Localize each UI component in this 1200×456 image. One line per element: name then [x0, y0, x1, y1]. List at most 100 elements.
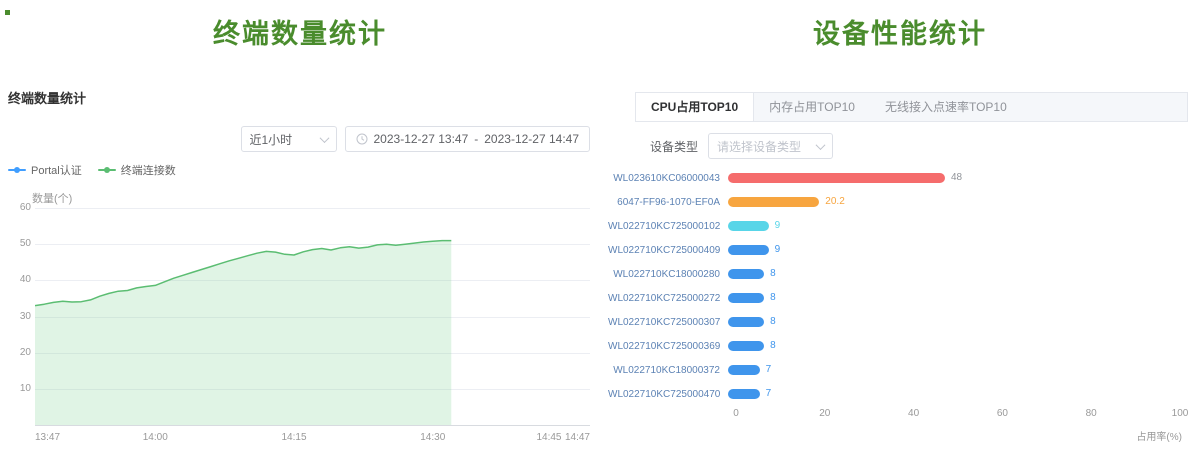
bar[interactable]	[728, 365, 760, 375]
panel-heading: 设备性能统计	[600, 12, 1200, 51]
legend-item[interactable]: 终端连接数	[98, 162, 176, 178]
bar-category-label[interactable]: WL022710KC18000372	[608, 365, 728, 376]
bar-track: 8	[728, 269, 1180, 279]
bar[interactable]	[728, 317, 764, 327]
date-separator: -	[474, 132, 478, 146]
chevron-down-icon	[816, 140, 826, 150]
terminal-count-panel: 终端数量统计 终端数量统计 近1小时 2023-12-27 13:47 - 20…	[0, 0, 600, 456]
bar[interactable]	[728, 197, 819, 207]
bar-category-label[interactable]: WL022710KC725000272	[608, 293, 728, 304]
tab-item[interactable]: CPU占用TOP10	[636, 93, 754, 121]
bar-category-label[interactable]: WL022710KC725000102	[608, 221, 728, 232]
legend-label: 终端连接数	[121, 162, 176, 178]
y-tick-label: 50	[3, 238, 31, 249]
tab-item[interactable]: 无线接入点速率TOP10	[870, 93, 1022, 121]
y-axis-title: 数量(个)	[32, 190, 72, 206]
x-tick-label: 14:30	[420, 432, 445, 443]
date-start: 2023-12-27 13:47	[374, 132, 469, 146]
bar[interactable]	[728, 341, 764, 351]
date-range-picker[interactable]: 2023-12-27 13:47 - 2023-12-27 14:47	[345, 126, 591, 152]
legend-dot-icon	[104, 167, 110, 173]
device-type-placeholder: 请选择设备类型	[717, 138, 801, 155]
bar[interactable]	[728, 293, 764, 303]
tab-item[interactable]: 内存占用TOP10	[754, 93, 870, 121]
bar-row: WL022710KC725000409 9	[608, 238, 1180, 262]
panel-heading: 终端数量统计	[0, 12, 600, 51]
device-type-filter: 设备类型 请选择设备类型	[650, 133, 833, 159]
legend-line-icon	[98, 169, 116, 171]
device-type-select[interactable]: 请选择设备类型	[708, 133, 833, 159]
device-performance-panel: 设备性能统计 CPU占用TOP10内存占用TOP10无线接入点速率TOP10 设…	[600, 0, 1200, 456]
x-tick-label: 14:47	[565, 432, 590, 443]
bar-track: 7	[728, 365, 1180, 375]
bar-rows: WL023610KC06000043 48 6047-FF96-1070-EF0A 2…	[608, 166, 1180, 406]
bar-row: 6047-FF96-1070-EF0A 20.2	[608, 190, 1180, 214]
bar-value-label: 7	[766, 388, 772, 400]
axis-spacer	[608, 408, 736, 422]
bar-value-label: 8	[770, 268, 776, 280]
bar-track: 9	[728, 221, 1180, 231]
time-range-select[interactable]: 近1小时	[241, 126, 337, 152]
bar-axis-row: 020406080100	[608, 408, 1180, 422]
bar-row: WL022710KC18000280 8	[608, 262, 1180, 286]
area-series	[35, 208, 590, 425]
bar-value-label: 9	[775, 244, 781, 256]
time-range-value: 近1小时	[250, 131, 293, 148]
bar-value-label: 7	[766, 364, 772, 376]
section-title: 终端数量统计	[8, 88, 86, 107]
bar-track: 8	[728, 317, 1180, 327]
x-tick-label: 40	[908, 408, 919, 419]
x-tick-label: 20	[819, 408, 830, 419]
bar-x-axis: 020406080100	[736, 408, 1180, 422]
dashboard: 终端数量统计 终端数量统计 近1小时 2023-12-27 13:47 - 20…	[0, 0, 1200, 456]
bar-value-label: 8	[770, 340, 776, 352]
bar-row: WL022710KC725000272 8	[608, 286, 1180, 310]
x-tick-label: 100	[1172, 408, 1189, 419]
x-tick-label: 14:15	[281, 432, 306, 443]
legend: Portal认证 终端连接数	[8, 162, 176, 178]
chevron-down-icon	[319, 133, 329, 143]
x-tick-label: 14:00	[143, 432, 168, 443]
bar[interactable]	[728, 269, 764, 279]
bar-category-label[interactable]: WL022710KC725000409	[608, 245, 728, 256]
bar-track: 7	[728, 389, 1180, 399]
y-tick-label: 60	[3, 202, 31, 213]
date-end: 2023-12-27 14:47	[484, 132, 579, 146]
y-tick-label: 10	[3, 383, 31, 394]
bar-value-label: 20.2	[825, 196, 844, 208]
bar-row: WL022710KC725000470 7	[608, 382, 1180, 406]
bar[interactable]	[728, 173, 945, 183]
x-tick-label: 14:45	[536, 432, 561, 443]
clock-icon	[356, 133, 368, 145]
bar-value-label: 8	[770, 316, 776, 328]
bar-category-label[interactable]: WL022710KC18000280	[608, 269, 728, 280]
bar-category-label[interactable]: WL022710KC725000470	[608, 389, 728, 400]
filter-label: 设备类型	[650, 138, 698, 155]
bar-track: 20.2	[728, 197, 1180, 207]
bar-row: WL022710KC725000307 8	[608, 310, 1180, 334]
x-tick-label: 60	[997, 408, 1008, 419]
y-tick-label: 20	[3, 347, 31, 358]
legend-item[interactable]: Portal认证	[8, 162, 82, 178]
bar[interactable]	[728, 389, 760, 399]
bar-category-label[interactable]: WL022710KC725000307	[608, 317, 728, 328]
bar-row: WL022710KC725000369 8	[608, 334, 1180, 358]
bar-value-label: 48	[951, 172, 962, 184]
tab-bar: CPU占用TOP10内存占用TOP10无线接入点速率TOP10	[635, 92, 1188, 122]
line-plot: 60504030201013:4714:0014:1514:3014:4514:…	[35, 208, 590, 425]
legend-dot-icon	[14, 167, 20, 173]
bar-category-label[interactable]: WL022710KC725000369	[608, 341, 728, 352]
bar-track: 8	[728, 341, 1180, 351]
bar[interactable]	[728, 221, 769, 231]
bar-value-label: 8	[770, 292, 776, 304]
bar-track: 9	[728, 245, 1180, 255]
bar-category-label[interactable]: WL023610KC06000043	[608, 173, 728, 184]
x-tick-label: 0	[733, 408, 739, 419]
bar-category-label[interactable]: 6047-FF96-1070-EF0A	[608, 197, 728, 208]
legend-label: Portal认证	[31, 162, 82, 178]
bar-track: 8	[728, 293, 1180, 303]
bar-row: WL022710KC18000372 7	[608, 358, 1180, 382]
bar[interactable]	[728, 245, 769, 255]
y-tick-label: 40	[3, 274, 31, 285]
bar-row: WL023610KC06000043 48	[608, 166, 1180, 190]
